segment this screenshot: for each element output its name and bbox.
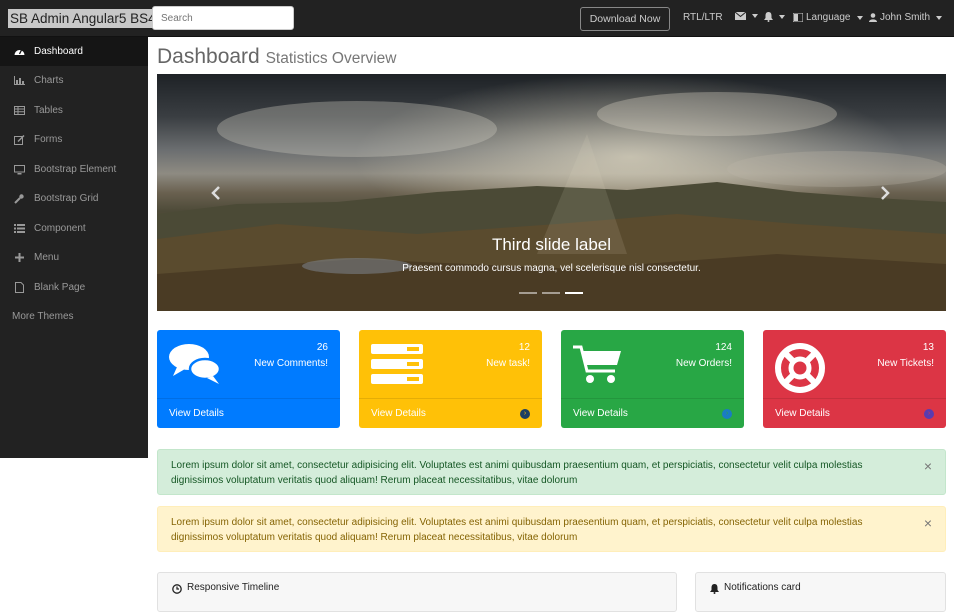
timeline-card-header: Responsive Timeline	[157, 572, 677, 612]
bell-icon	[710, 584, 719, 594]
landscape-image	[157, 74, 946, 311]
arrow-circle-right-icon: ›	[520, 408, 530, 419]
card-text: New task!	[486, 358, 530, 369]
clock-icon	[172, 584, 182, 594]
view-details-link[interactable]: View Details	[775, 408, 830, 419]
sidebar-item-menu[interactable]: Menu	[0, 243, 148, 272]
bar-chart-icon	[13, 76, 25, 86]
tasks-icon	[371, 343, 423, 388]
messages-dropdown[interactable]	[735, 12, 758, 20]
sidebar-item-tables[interactable]: Tables	[0, 96, 148, 125]
card-footer-link[interactable]: View Details ›	[763, 398, 946, 428]
language-label: Language	[806, 12, 851, 23]
alert-success: Lorem ipsum dolor sit amet, consectetur …	[157, 449, 946, 495]
dashboard-icon	[13, 47, 25, 57]
card-tickets: 13 New Tickets! View Details ›	[763, 330, 946, 428]
sidebar-item-dashboard[interactable]: Dashboard	[0, 37, 148, 66]
card-count: 26	[316, 342, 328, 353]
shopping-cart-icon	[573, 343, 623, 388]
comments-icon	[169, 343, 222, 388]
card-footer-link[interactable]: View Details ›	[561, 398, 744, 428]
card-footer-link[interactable]: View Details	[157, 398, 340, 428]
search-input[interactable]	[152, 6, 294, 30]
chevron-right-icon	[881, 186, 890, 200]
plus-icon	[13, 253, 25, 263]
brand-logo[interactable]: SB Admin Angular5 BS4	[8, 9, 158, 28]
language-icon	[793, 13, 803, 22]
sidebar-item-more-themes[interactable]: More Themes	[0, 302, 148, 331]
download-now-button[interactable]: Download Now	[580, 7, 670, 31]
close-icon[interactable]: ×	[924, 459, 932, 473]
view-details-link[interactable]: View Details	[573, 408, 628, 419]
card-text: New Comments!	[254, 358, 328, 369]
sidebar-item-charts[interactable]: Charts	[0, 66, 148, 95]
card-count: 124	[715, 342, 732, 353]
card-text: New Tickets!	[877, 358, 934, 369]
carousel-indicator-active[interactable]	[565, 292, 583, 294]
file-icon	[13, 282, 25, 293]
alert-warning: Lorem ipsum dolor sit amet, consectetur …	[157, 506, 946, 552]
card-tasks: 12 New task! View Details ›	[359, 330, 542, 428]
alert-text: Lorem ipsum dolor sit amet, consectetur …	[171, 460, 863, 486]
sidebar-item-component[interactable]: Component	[0, 214, 148, 243]
page-subtitle: Statistics Overview	[265, 50, 397, 67]
sidebar-item-bootstrap-element[interactable]: Bootstrap Element	[0, 155, 148, 184]
card-comments: 26 New Comments! View Details	[157, 330, 340, 428]
alerts-dropdown[interactable]	[764, 12, 785, 22]
top-navbar: SB Admin Angular5 BS4 Download Now RTL/L…	[0, 0, 954, 37]
edit-icon	[13, 134, 25, 145]
user-name: John Smith	[880, 12, 931, 23]
carousel-caption-title: Third slide label	[491, 235, 612, 254]
card-count: 12	[518, 342, 530, 353]
carousel-caption-text: Praesent commodo cursus magna, vel scele…	[402, 263, 701, 274]
card-text: New Orders!	[675, 358, 732, 369]
sidebar-item-bootstrap-grid[interactable]: Bootstrap Grid	[0, 184, 148, 213]
card-footer-link[interactable]: View Details ›	[359, 398, 542, 428]
image-carousel: Third slide label Praesent commodo cursu…	[157, 74, 946, 311]
chevron-down-icon	[779, 15, 785, 19]
desktop-icon	[13, 164, 25, 175]
user-icon	[869, 13, 877, 22]
rtl-ltr-label: RTL/LTR	[683, 12, 723, 23]
sidebar-item-blank-page[interactable]: Blank Page	[0, 273, 148, 302]
card-count: 13	[922, 342, 934, 353]
bell-icon	[764, 12, 773, 22]
carousel-prev-button[interactable]	[211, 186, 221, 205]
chevron-down-icon	[752, 14, 758, 18]
table-icon	[13, 106, 25, 116]
sidebar: Dashboard Charts Tables Forms Bootstrap …	[0, 37, 148, 458]
arrow-circle-right-icon: ›	[722, 408, 732, 419]
carousel-indicator[interactable]	[519, 292, 537, 294]
notifications-title: Notifications card	[724, 582, 801, 593]
view-details-link[interactable]: View Details	[169, 408, 224, 419]
list-icon	[13, 224, 25, 234]
card-orders: 124 New Orders! View Details ›	[561, 330, 744, 428]
page-title: Dashboard Statistics Overview	[157, 45, 397, 69]
wrench-icon	[13, 193, 25, 204]
language-dropdown[interactable]: Language	[793, 12, 863, 23]
user-dropdown[interactable]: John Smith	[869, 12, 943, 23]
envelope-icon	[735, 12, 746, 20]
sidebar-item-forms[interactable]: Forms	[0, 125, 148, 154]
carousel-indicator[interactable]	[542, 292, 560, 294]
timeline-title: Responsive Timeline	[187, 582, 280, 593]
page-title-main: Dashboard	[157, 45, 260, 68]
chevron-down-icon	[936, 15, 943, 20]
carousel-indicators	[519, 292, 583, 294]
view-details-link[interactable]: View Details	[371, 408, 426, 419]
alert-text: Lorem ipsum dolor sit amet, consectetur …	[171, 517, 863, 543]
notifications-card-header: Notifications card	[695, 572, 946, 612]
arrow-circle-right-icon: ›	[924, 408, 934, 419]
life-ring-icon	[775, 343, 825, 396]
chevron-down-icon	[856, 15, 863, 20]
chevron-left-icon	[211, 186, 220, 200]
rtl-ltr-toggle[interactable]: RTL/LTR	[683, 12, 723, 23]
carousel-next-button[interactable]	[880, 186, 890, 205]
close-icon[interactable]: ×	[924, 516, 932, 530]
